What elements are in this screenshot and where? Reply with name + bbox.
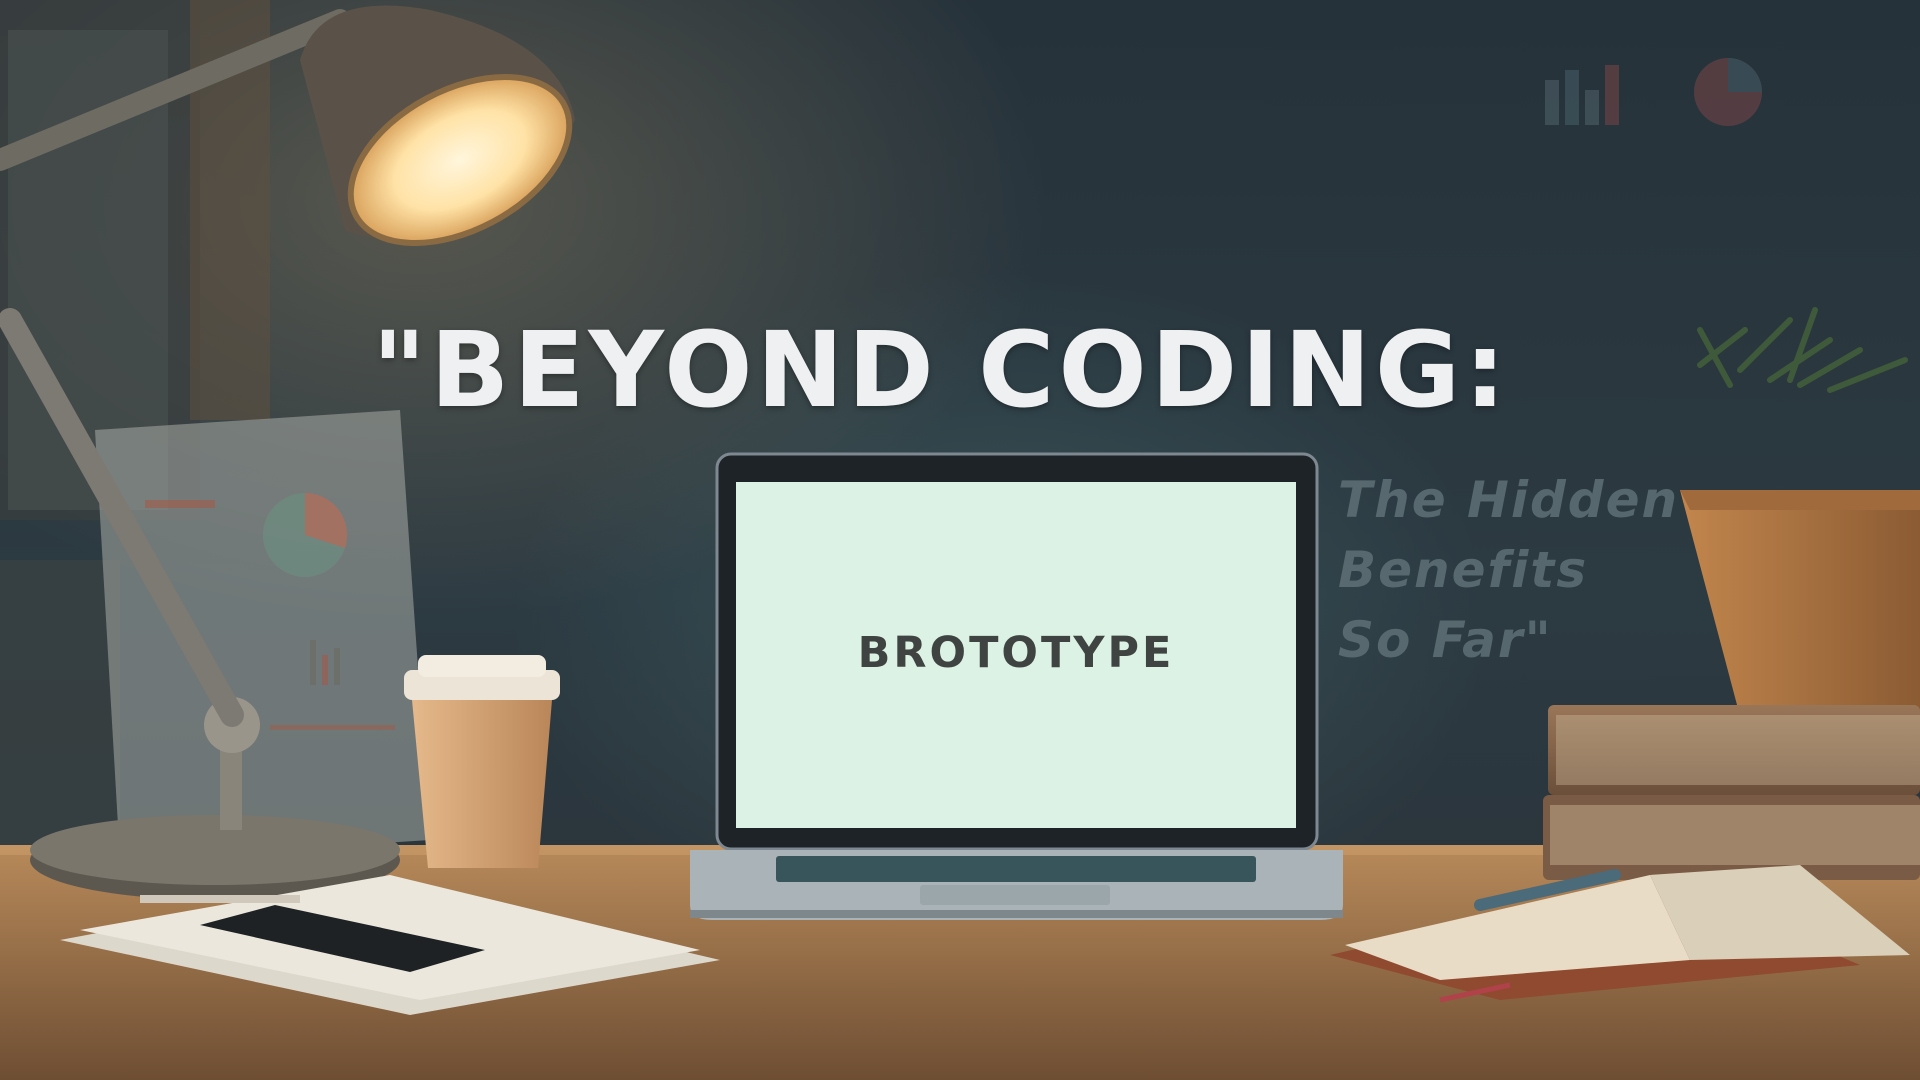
subtitle-line: So Far": [1338, 611, 1553, 669]
subtitle: The Hidden Benefits So Far": [1338, 465, 1680, 675]
laptop: [690, 452, 1343, 920]
coffee-cup: [404, 655, 560, 868]
wall-chart-blur: [1545, 58, 1762, 126]
laptop-keyboard: [776, 856, 1256, 882]
stacked-books: [1543, 705, 1920, 880]
laptop-screen-text: BROTOTYPE: [857, 628, 1175, 678]
potted-plant: [1680, 307, 1920, 735]
subtitle-line: The Hidden: [1338, 471, 1680, 529]
subtitle-line: Benefits: [1338, 541, 1589, 599]
thumbnail-scene: "BEYOND CODING: The Hidden Benefits So F…: [0, 0, 1920, 1080]
headline: "BEYOND CODING:: [372, 309, 1510, 431]
wall-poster: [95, 410, 430, 860]
